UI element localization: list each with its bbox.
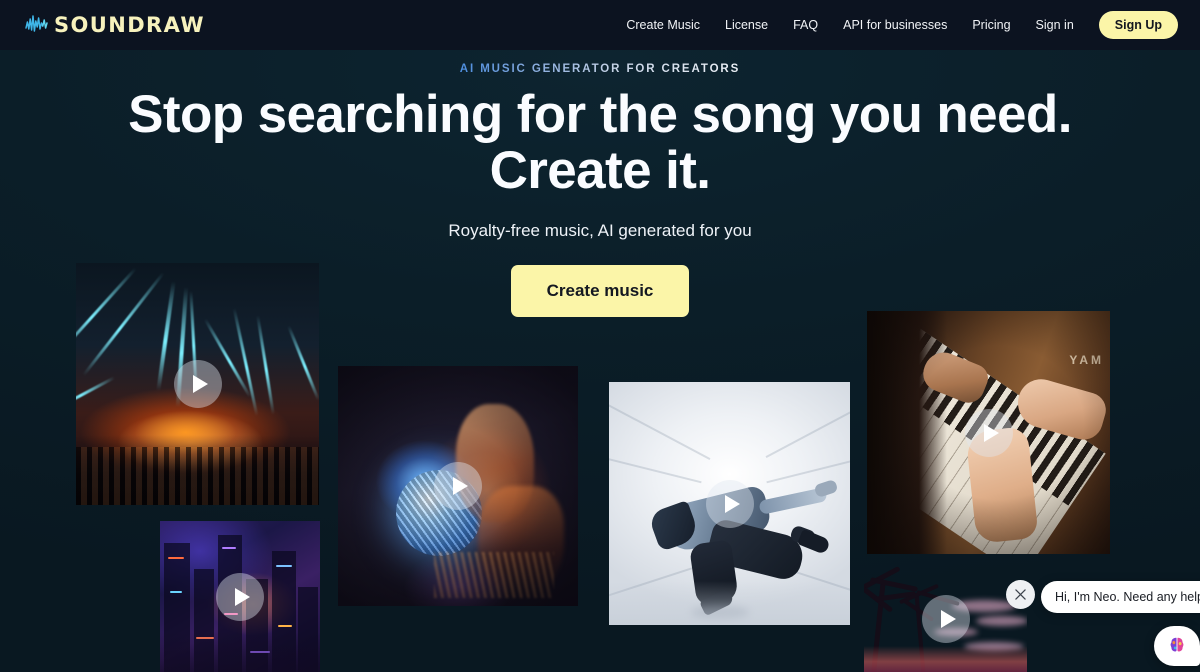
play-icon[interactable] [434,462,482,510]
nav-link-create-music[interactable]: Create Music [626,18,700,32]
site-header: SOUNDRAW Create Music License FAQ API fo… [0,0,1200,50]
nav-link-sign-in[interactable]: Sign in [1036,18,1074,32]
play-icon[interactable] [216,572,264,621]
sign-up-button[interactable]: Sign Up [1098,11,1178,39]
tropical-sunset-video[interactable] [864,566,1027,672]
piano-hands-video[interactable]: YAM [867,311,1110,554]
chat-launcher-button[interactable] [1154,626,1200,666]
close-icon [1015,589,1026,600]
night-city-video[interactable] [160,521,320,672]
brain-icon [1170,637,1184,652]
brand-name: SOUNDRAW [54,13,205,37]
waveform-icon [25,15,48,32]
hero-cta-wrapper: Create music [0,265,1200,318]
play-icon[interactable] [921,595,970,643]
nav-link-pricing[interactable]: Pricing [972,18,1010,32]
create-music-button[interactable]: Create music [510,265,690,318]
breakdancer-video[interactable] [609,382,850,625]
play-icon[interactable] [173,360,222,408]
nav-link-faq[interactable]: FAQ [793,18,818,32]
main-navigation: Create Music License FAQ API for busines… [626,11,1178,39]
chat-greeting-bubble[interactable]: Hi, I'm Neo. Need any help? [1041,581,1200,613]
play-icon[interactable] [705,479,754,528]
brand-logo[interactable]: SOUNDRAW [24,13,205,37]
chat-close-button[interactable] [1006,580,1035,609]
disco-ball-video[interactable] [338,366,578,606]
nav-link-api-for-businesses[interactable]: API for businesses [843,18,947,32]
nav-link-license[interactable]: License [725,18,768,32]
play-icon[interactable] [964,408,1013,457]
